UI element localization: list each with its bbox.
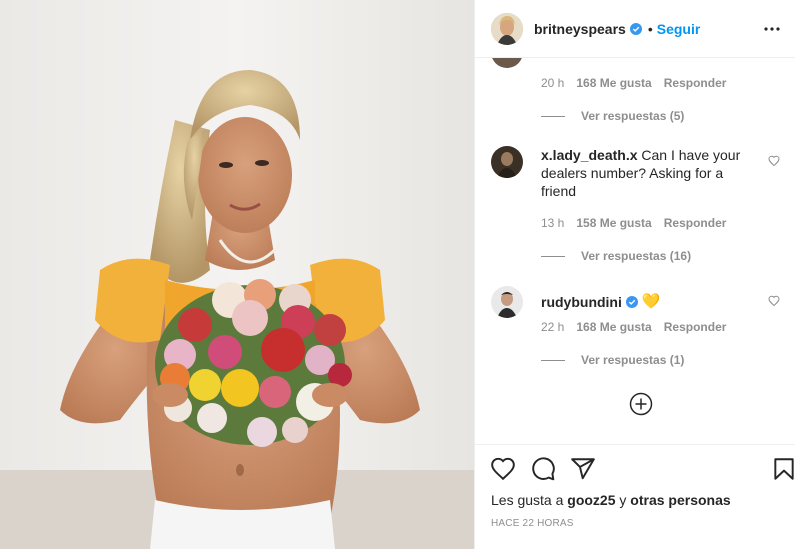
likes-prefix: Les gusta a [491,492,564,508]
replies-divider [541,359,565,361]
comment-time[interactable]: 20 h [541,76,564,90]
comment-icon[interactable] [530,456,556,482]
follow-button[interactable]: Seguir [657,21,701,37]
comment-likes[interactable]: 168 Me gusta [576,320,651,334]
author-username[interactable]: britneyspears [534,21,626,37]
comment-username[interactable]: x.lady_death.x [541,147,638,163]
share-icon[interactable] [570,456,596,482]
add-comment-icon[interactable] [629,392,653,416]
comment-avatar[interactable] [491,58,523,68]
instagram-post-modal: britneyspears • Seguir 20 h 168 Me gusta R… [0,0,795,549]
replies-divider [541,255,565,257]
replies-divider [541,115,565,117]
verified-badge-icon [629,22,642,35]
comment-meta: 20 h 168 Me gusta Responder [541,76,726,90]
comment-item: x.lady_death.x Can I have your dealers n… [491,146,751,200]
comment-text: 💛 [641,293,661,310]
comment-likes[interactable]: 168 Me gusta [576,76,651,90]
comment-time[interactable]: 13 h [541,216,564,230]
view-replies-button[interactable]: Ver respuestas (1) [541,353,684,367]
other-likers-link[interactable]: otras personas [630,492,730,508]
verified-badge-icon [625,296,638,308]
post-video[interactable] [0,0,474,549]
bookmark-icon[interactable] [771,456,795,482]
view-replies-label: Ver respuestas (5) [581,109,685,123]
heart-icon[interactable] [490,456,516,482]
comment-body: rudybundini 💛 [541,286,751,318]
header-separator: • [647,20,653,37]
likes-connector: y [619,492,627,508]
comment-likes[interactable]: 158 Me gusta [576,216,651,230]
post-actions: Les gusta a gooz25 y otras personas HACE… [475,444,795,550]
likes-summary: Les gusta a gooz25 y otras personas [491,492,731,508]
comment-avatar[interactable] [491,286,523,318]
post-side-panel: britneyspears • Seguir 20 h 168 Me gusta R… [474,0,795,549]
view-replies-label: Ver respuestas (1) [581,353,685,367]
post-header: britneyspears • Seguir [475,0,795,58]
view-replies-label: Ver respuestas (16) [581,249,692,263]
view-replies-button[interactable]: Ver respuestas (16) [541,249,691,263]
view-replies-button[interactable]: Ver respuestas (5) [541,109,684,123]
author-avatar[interactable] [491,12,523,45]
comment-like-heart-icon[interactable] [768,295,780,307]
reply-button[interactable]: Responder [664,216,727,230]
comment-body: x.lady_death.x Can I have your dealers n… [541,146,751,200]
comment-like-heart-icon[interactable] [768,155,780,167]
more-options-icon[interactable] [763,20,781,38]
reply-button[interactable]: Responder [664,76,727,90]
comment-meta: 13 h 158 Me gusta Responder [541,216,726,230]
reply-button[interactable]: Responder [664,320,727,334]
comments-list: 20 h 168 Me gusta Responder Ver respuestas… [475,58,795,444]
video-frame-image [0,0,474,549]
comment-avatar[interactable] [491,146,523,178]
post-timestamp[interactable]: HACE 22 HORAS [491,518,574,529]
liker-username[interactable]: gooz25 [567,492,615,508]
comment-username[interactable]: rudybundini [541,293,622,311]
comment-item: rudybundini 💛 [491,286,751,318]
comment-meta: 22 h 168 Me gusta Responder [541,320,726,334]
comment-time[interactable]: 22 h [541,320,564,334]
